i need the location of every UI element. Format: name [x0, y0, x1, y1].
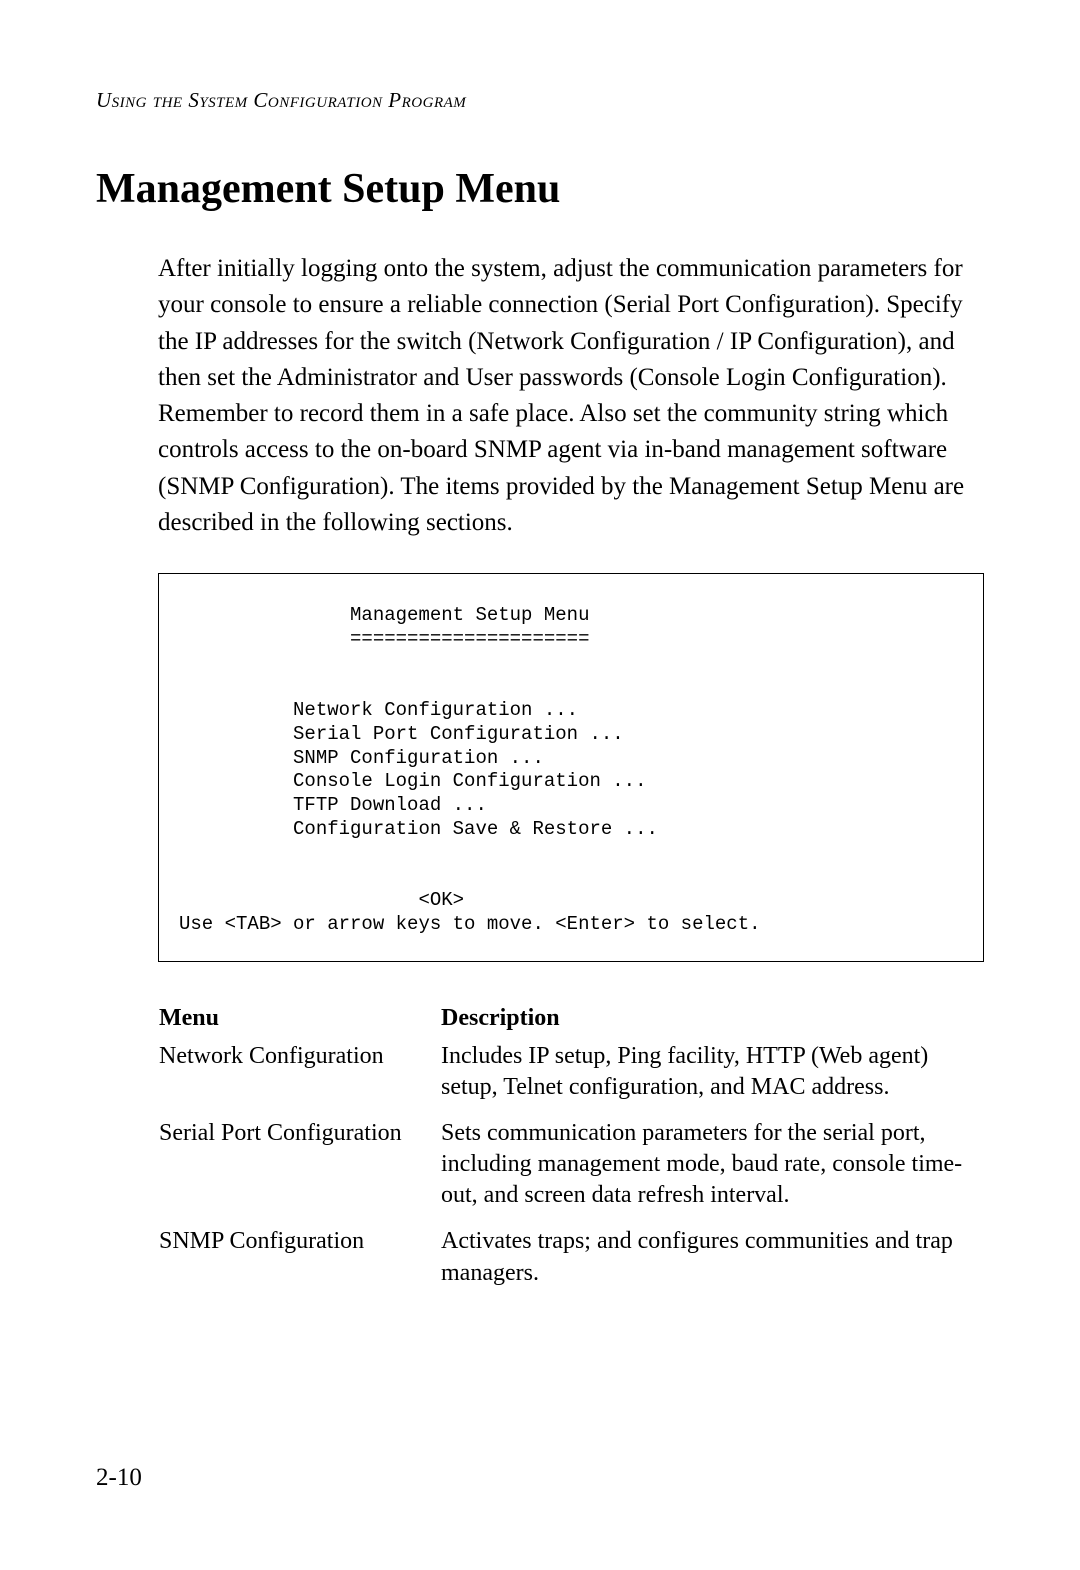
terminal-title: Management Setup Menu — [179, 604, 589, 626]
table-cell-description: Activates traps; and configures communit… — [440, 1225, 984, 1302]
table-header-row: Menu Description — [158, 1004, 984, 1040]
terminal-ok: <OK> — [179, 889, 464, 911]
intro-paragraph: After initially logging onto the system,… — [158, 251, 984, 541]
table-row: SNMP Configuration Activates traps; and … — [158, 1225, 984, 1302]
terminal-screenshot: Management Setup Menu ==================… — [158, 573, 984, 962]
terminal-rule: ===================== — [179, 628, 589, 650]
terminal-item: Serial Port Configuration ... — [179, 723, 624, 745]
table-header-description: Description — [440, 1004, 984, 1040]
terminal-item: SNMP Configuration ... — [179, 747, 544, 769]
table-row: Serial Port Configuration Sets communica… — [158, 1117, 984, 1226]
page-number: 2-10 — [96, 1464, 142, 1492]
terminal-item: Network Configuration ... — [179, 699, 578, 721]
menu-description-table: Menu Description Network Configuration I… — [158, 1004, 984, 1303]
table-cell-menu: Serial Port Configuration — [158, 1117, 440, 1226]
table-row: Network Configuration Includes IP setup,… — [158, 1040, 984, 1117]
running-header: Using the System Configuration Program — [96, 88, 984, 113]
page: Using the System Configuration Program M… — [0, 0, 1080, 1570]
table-header-menu: Menu — [158, 1004, 440, 1040]
terminal-item: TFTP Download ... — [179, 794, 487, 816]
terminal-item: Console Login Configuration ... — [179, 770, 646, 792]
terminal-item: Configuration Save & Restore ... — [179, 818, 658, 840]
page-title: Management Setup Menu — [96, 165, 984, 213]
table-cell-menu: Network Configuration — [158, 1040, 440, 1117]
table-cell-description: Includes IP setup, Ping facility, HTTP (… — [440, 1040, 984, 1117]
terminal-hint: Use <TAB> or arrow keys to move. <Enter>… — [179, 913, 761, 935]
table-cell-description: Sets communication parameters for the se… — [440, 1117, 984, 1226]
table-cell-menu: SNMP Configuration — [158, 1225, 440, 1302]
